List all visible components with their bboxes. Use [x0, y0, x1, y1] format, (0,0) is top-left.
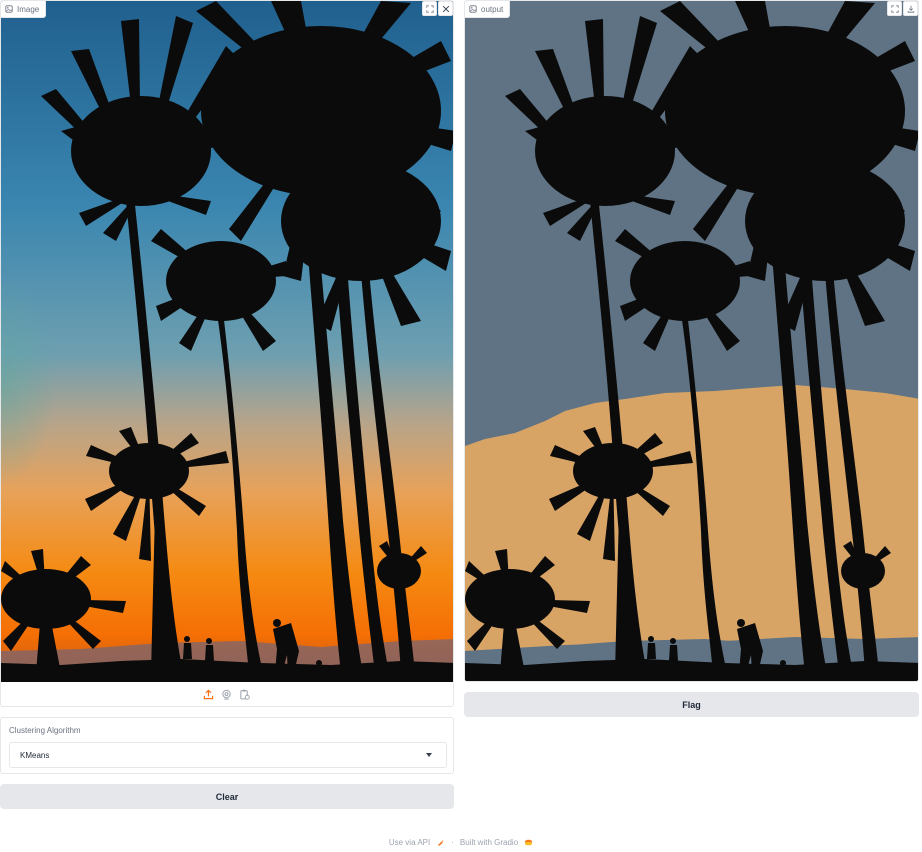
close-icon	[442, 5, 449, 12]
output-corner-buttons	[887, 1, 918, 16]
download-button[interactable]	[903, 1, 918, 16]
clear-button[interactable]: Clear	[0, 784, 454, 809]
fullscreen-icon	[425, 4, 434, 13]
output-image-label: output	[465, 1, 511, 18]
download-icon	[907, 5, 914, 13]
gradio-logo-icon	[525, 839, 533, 845]
output-image	[465, 1, 918, 681]
clustering-algorithm-label: Clustering Algorithm	[9, 726, 81, 735]
input-image-label: Image	[1, 1, 47, 18]
image-source-toolbar	[0, 681, 453, 707]
clustering-algorithm-dropdown[interactable]: KMeans	[9, 742, 447, 768]
clustering-algorithm-value: KMeans	[20, 750, 50, 760]
upload-button[interactable]	[203, 688, 215, 700]
clustering-algorithm-block: Clustering Algorithm KMeans	[0, 717, 454, 774]
fullscreen-icon	[890, 4, 899, 13]
input-corner-buttons	[422, 1, 453, 16]
footer: Use via API · Built with Gradio	[0, 835, 922, 849]
paste-from-clipboard-button[interactable]	[239, 688, 251, 700]
webcam-button[interactable]	[221, 688, 233, 700]
output-fullscreen-button[interactable]	[887, 1, 902, 16]
image-icon	[5, 5, 13, 13]
clipboard-icon	[240, 689, 250, 700]
rocket-icon	[438, 839, 444, 846]
webcam-icon	[222, 689, 231, 700]
clear-image-button[interactable]	[438, 1, 453, 16]
dropdown-caret-icon	[426, 753, 432, 757]
input-image-panel: Image	[0, 0, 454, 707]
upload-icon	[203, 689, 214, 699]
input-image-label-text: Image	[17, 4, 40, 14]
flag-button[interactable]: Flag	[464, 692, 919, 717]
output-image-label-text: output	[481, 4, 504, 14]
fullscreen-button[interactable]	[422, 1, 437, 16]
use-via-api-link[interactable]: Use via API	[389, 838, 430, 847]
footer-separator: ·	[451, 837, 454, 847]
output-image-panel: output	[464, 0, 919, 682]
input-image[interactable]	[1, 1, 454, 682]
built-with-gradio-link[interactable]: Built with Gradio	[460, 838, 518, 847]
image-icon	[469, 5, 477, 13]
